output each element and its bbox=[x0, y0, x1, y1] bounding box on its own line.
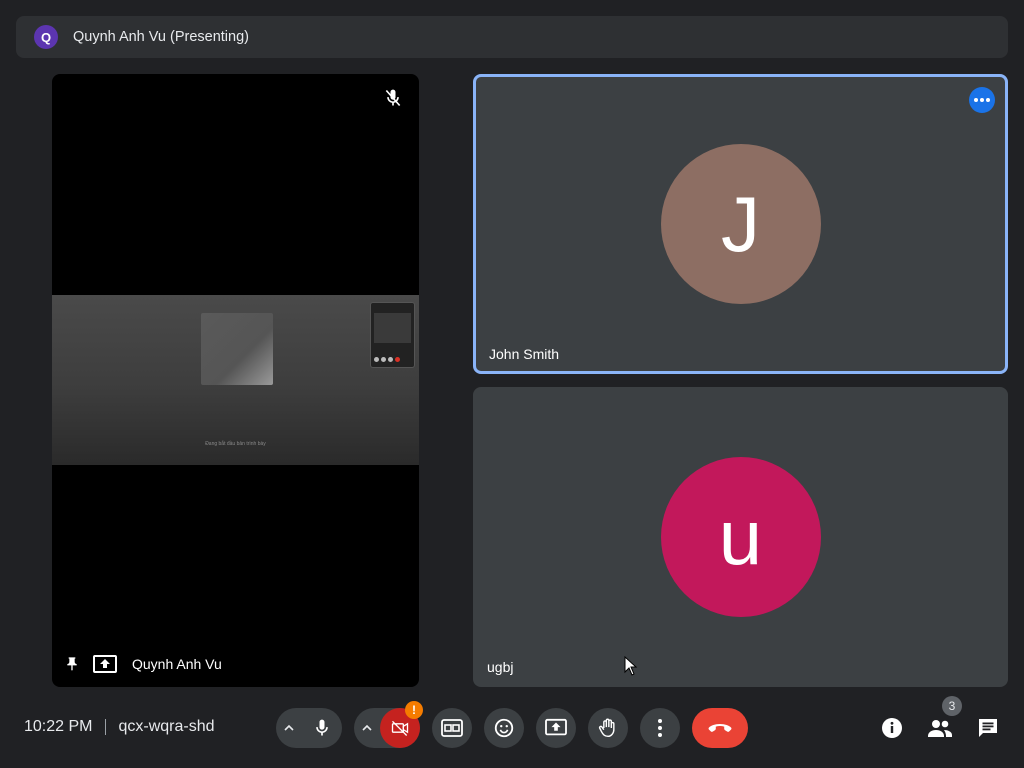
more-vert-icon bbox=[658, 719, 662, 737]
camera-control[interactable]: ! bbox=[354, 701, 423, 748]
shared-thumbnail bbox=[201, 313, 273, 385]
participant-tile-john-smith[interactable]: J John Smith bbox=[473, 74, 1008, 374]
microphone-icon[interactable] bbox=[302, 708, 342, 748]
chat-icon bbox=[979, 719, 997, 737]
camera-warning-badge: ! bbox=[405, 701, 423, 719]
show-everyone-button[interactable] bbox=[926, 714, 954, 742]
chevron-up-icon[interactable] bbox=[354, 722, 380, 734]
presenting-label: Quynh Anh Vu (Presenting) bbox=[73, 29, 249, 45]
chat-button[interactable] bbox=[974, 714, 1002, 742]
info-icon bbox=[882, 718, 902, 738]
present-screen-icon bbox=[93, 655, 117, 673]
participant-name: ugbj bbox=[487, 659, 514, 675]
meeting-code: qcx-wqra-shd bbox=[118, 718, 215, 735]
presenting-bar[interactable]: Q Quynh Anh Vu (Presenting) bbox=[16, 16, 1008, 58]
captions-button[interactable] bbox=[432, 708, 472, 748]
hand-icon bbox=[598, 718, 615, 738]
people-count-badge: 3 bbox=[942, 696, 962, 716]
present-screen-icon bbox=[545, 718, 567, 736]
meeting-info: 10:22 PM qcx-wqra-shd bbox=[24, 718, 215, 736]
avatar: J bbox=[660, 144, 821, 304]
presenter-footer: Quynh Anh Vu bbox=[64, 653, 222, 675]
chevron-up-icon[interactable] bbox=[276, 722, 302, 734]
presenter-name: Quynh Anh Vu bbox=[132, 656, 222, 672]
participant-name: John Smith bbox=[489, 346, 560, 362]
present-now-button[interactable] bbox=[536, 708, 576, 748]
shared-screen-content: Đang bắt đầu bản trình bày bbox=[52, 295, 419, 465]
mouse-cursor-icon bbox=[624, 656, 638, 676]
presenter-avatar: Q bbox=[34, 25, 58, 49]
divider bbox=[105, 719, 107, 735]
more-options-icon[interactable] bbox=[969, 87, 995, 113]
captions-icon bbox=[441, 719, 463, 737]
leave-call-button[interactable] bbox=[692, 708, 748, 748]
meeting-details-button[interactable] bbox=[878, 714, 906, 742]
shared-mini-preview bbox=[370, 302, 415, 368]
pin-icon[interactable] bbox=[64, 654, 80, 674]
emoji-icon bbox=[494, 718, 514, 738]
participant-tile-ugbj[interactable]: u ugbj bbox=[473, 387, 1008, 687]
mic-off-icon bbox=[385, 89, 401, 107]
more-options-button[interactable] bbox=[640, 708, 680, 748]
presenter-tile[interactable]: Đang bắt đầu bản trình bày Quynh Anh Vu bbox=[52, 74, 419, 687]
hang-up-icon bbox=[708, 724, 732, 732]
raise-hand-button[interactable] bbox=[588, 708, 628, 748]
people-icon bbox=[928, 720, 952, 737]
current-time: 10:22 PM bbox=[24, 718, 93, 735]
shared-caption: Đang bắt đầu bản trình bày bbox=[205, 441, 266, 447]
mic-control[interactable] bbox=[276, 708, 342, 748]
reactions-button[interactable] bbox=[484, 708, 524, 748]
avatar: u bbox=[660, 457, 821, 617]
